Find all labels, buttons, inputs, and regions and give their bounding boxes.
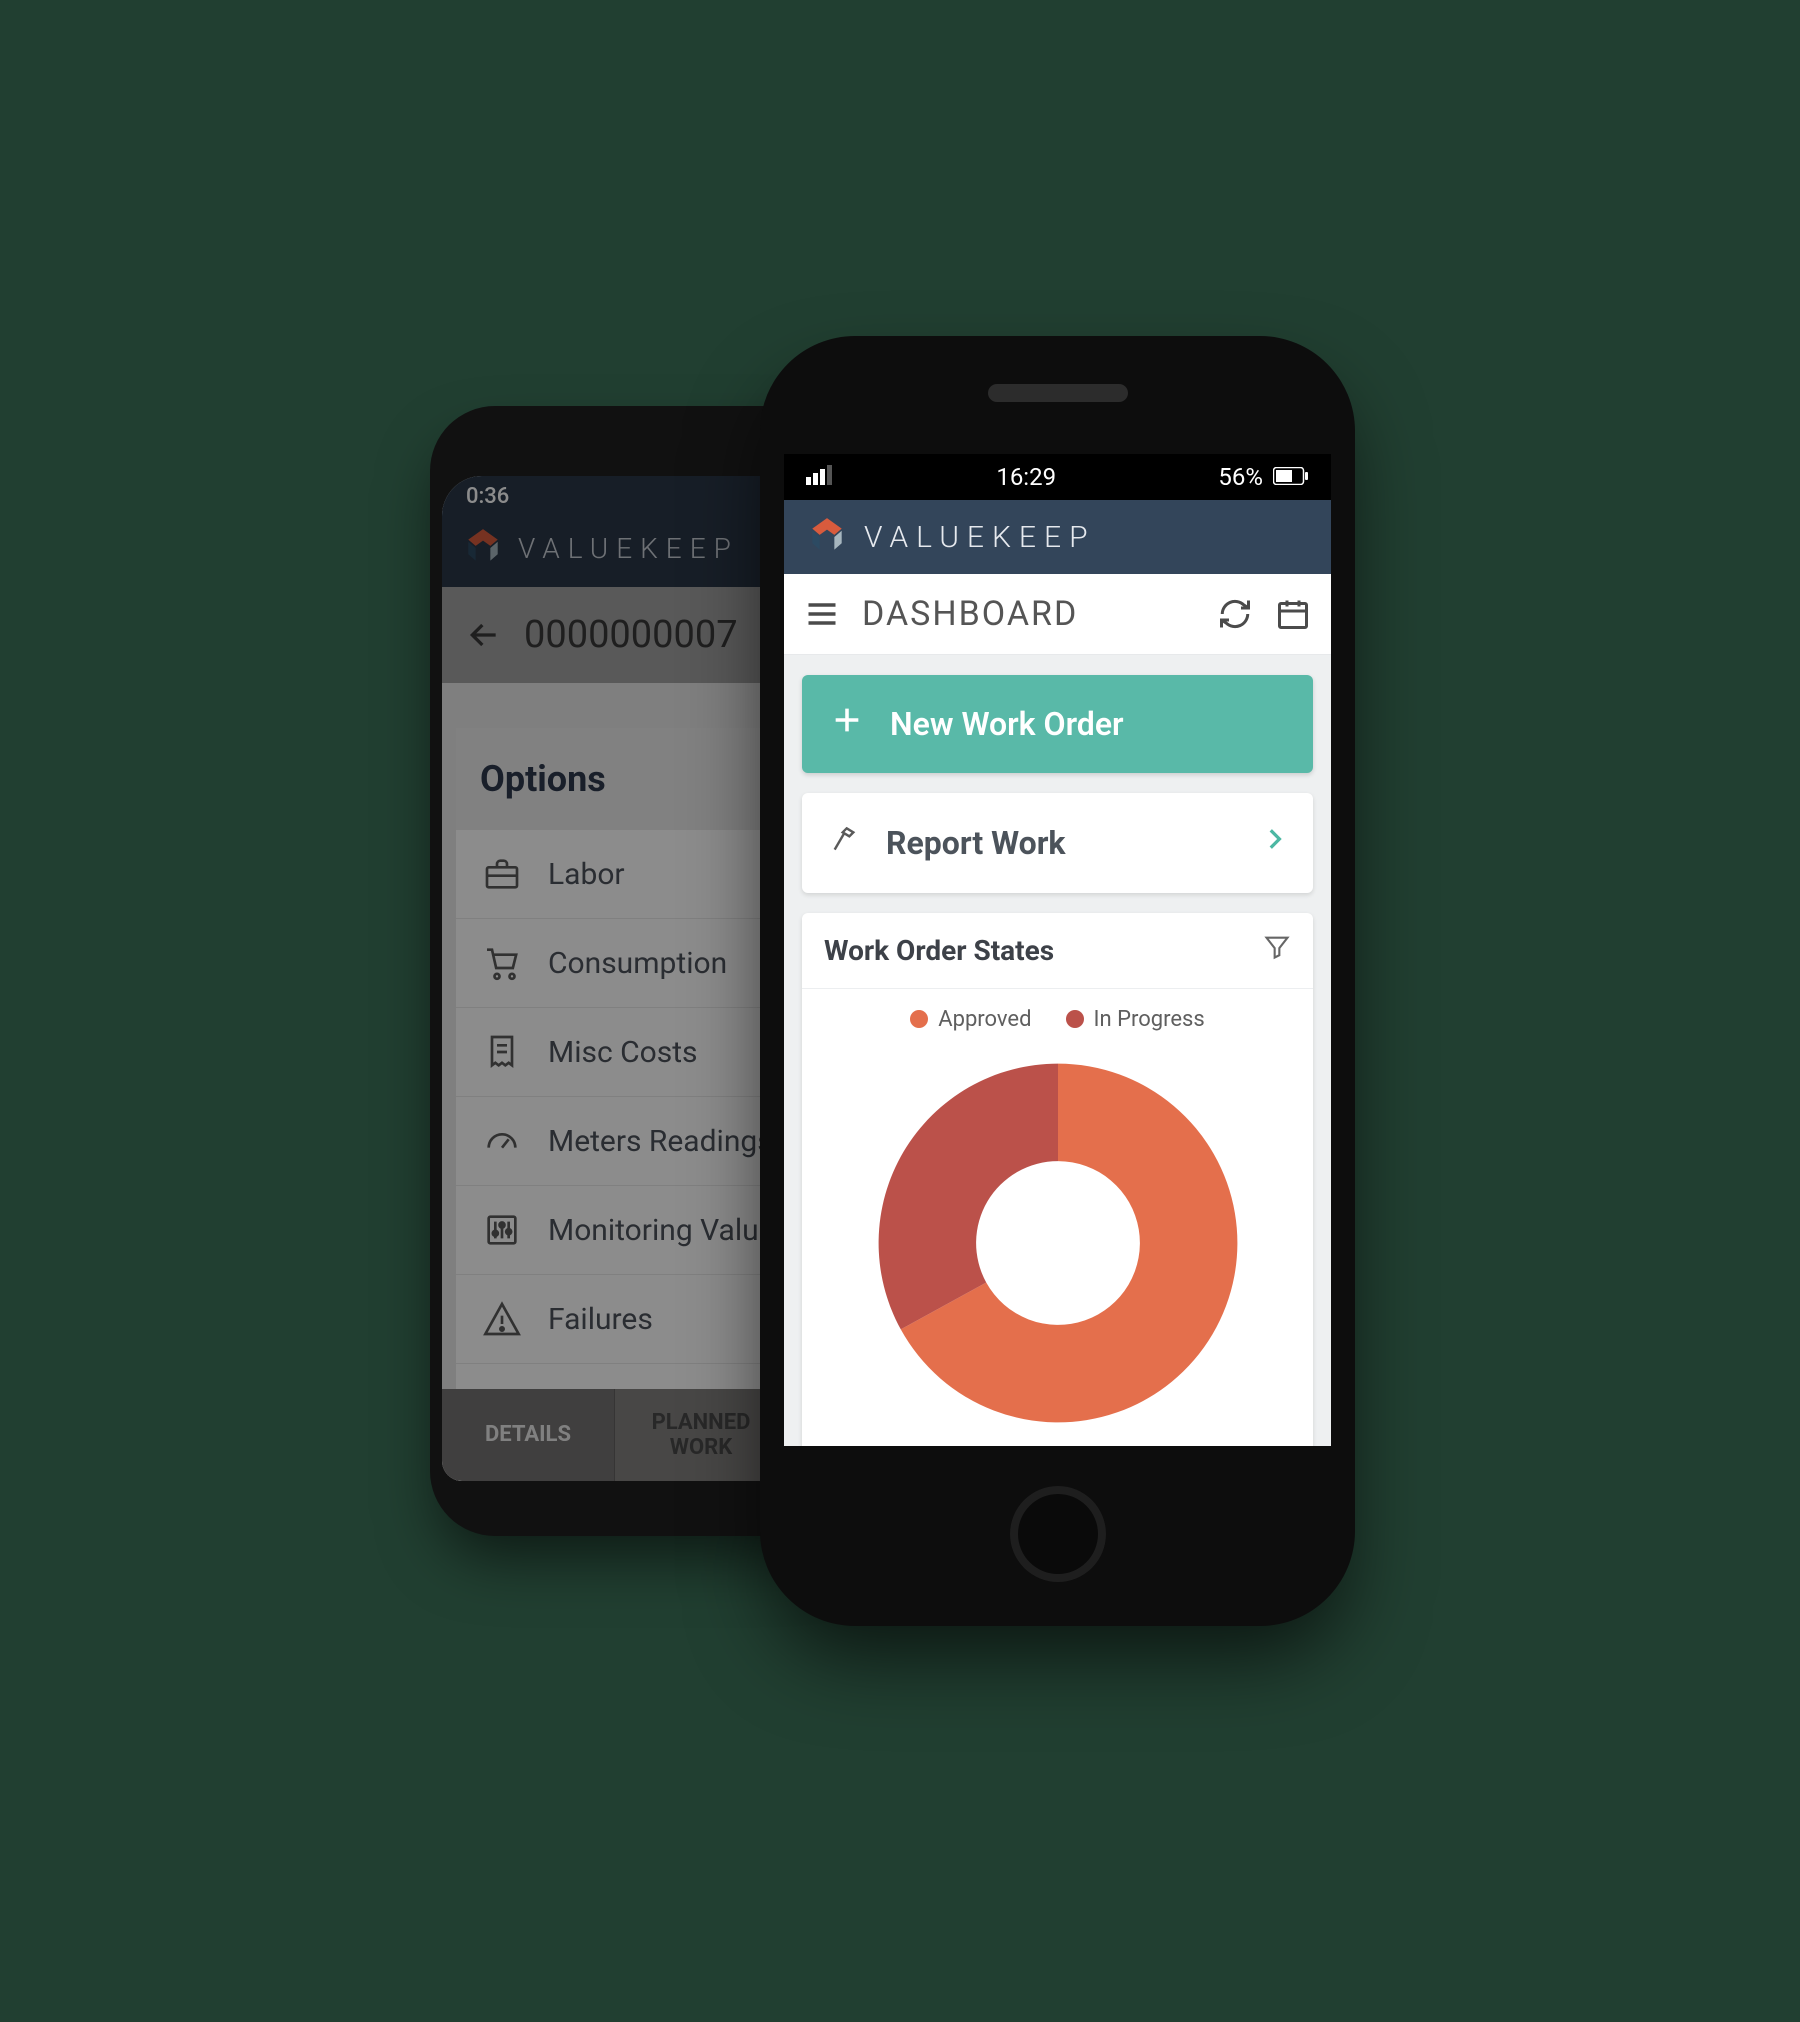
back-arrow-icon[interactable] xyxy=(464,615,504,655)
status-bar: 16:29 56% xyxy=(784,454,1331,500)
option-label: Monitoring Values xyxy=(548,1213,790,1248)
legend-approved: Approved xyxy=(910,1007,1031,1032)
phone-fg-screen: 16:29 56% VALUEKEEP DASHBOARD xyxy=(784,454,1331,1446)
card-title: Work Order States xyxy=(824,934,1054,967)
receipt-icon xyxy=(482,1032,522,1072)
battery-percent: 56% xyxy=(1218,463,1263,491)
chevron-right-icon xyxy=(1261,819,1287,867)
valuekeep-logo-icon xyxy=(806,516,848,558)
new-work-order-button[interactable]: New Work Order xyxy=(802,675,1313,773)
briefcase-icon xyxy=(482,854,522,894)
refresh-icon[interactable] xyxy=(1217,596,1253,632)
option-label: Labor xyxy=(548,857,625,892)
app-brand-name: VALUEKEEP xyxy=(518,532,739,565)
option-label: Misc Costs xyxy=(548,1035,698,1070)
calendar-icon[interactable] xyxy=(1275,596,1311,632)
app-brand-name: VALUEKEEP xyxy=(864,520,1096,555)
new-work-order-label: New Work Order xyxy=(890,705,1124,743)
option-label: Consumption xyxy=(548,946,727,981)
valuekeep-logo-icon xyxy=(462,527,504,569)
legend-in-progress: In Progress xyxy=(1066,1007,1205,1032)
gauge-icon xyxy=(482,1121,522,1161)
signal-icon xyxy=(806,463,834,491)
plus-icon xyxy=(830,703,864,745)
dashboard-content: New Work Order Report Work Work Order St… xyxy=(784,655,1331,1446)
app-brand-bar: VALUEKEEP xyxy=(784,500,1331,574)
filter-icon[interactable] xyxy=(1263,933,1291,968)
donut-chart xyxy=(802,1038,1313,1446)
status-time: 0:36 xyxy=(466,484,509,509)
warning-icon xyxy=(482,1299,522,1339)
hammer-icon xyxy=(828,823,860,863)
page-title: DASHBOARD xyxy=(862,594,1195,634)
phone-foreground-device: 16:29 56% VALUEKEEP DASHBOARD xyxy=(760,336,1355,1626)
tab-details[interactable]: DETAILS xyxy=(442,1389,615,1481)
battery-icon xyxy=(1273,463,1309,491)
option-label: Failures xyxy=(548,1302,653,1337)
option-label: Meters Readings xyxy=(548,1124,773,1159)
work-order-states-card: Work Order States Approved In Progress xyxy=(802,913,1313,1446)
report-work-button[interactable]: Report Work xyxy=(802,793,1313,893)
toolbar: DASHBOARD xyxy=(784,574,1331,655)
record-id: 0000000007 xyxy=(524,613,738,657)
chart-legend: Approved In Progress xyxy=(802,989,1313,1038)
report-work-label: Report Work xyxy=(886,824,1066,862)
sliders-icon xyxy=(482,1210,522,1250)
device-mockup-stage: 0:36 VALUEKEEP 0000000007 Options xyxy=(300,336,1500,1686)
cart-icon xyxy=(482,943,522,983)
status-time: 16:29 xyxy=(996,463,1056,491)
menu-icon[interactable] xyxy=(804,596,840,632)
